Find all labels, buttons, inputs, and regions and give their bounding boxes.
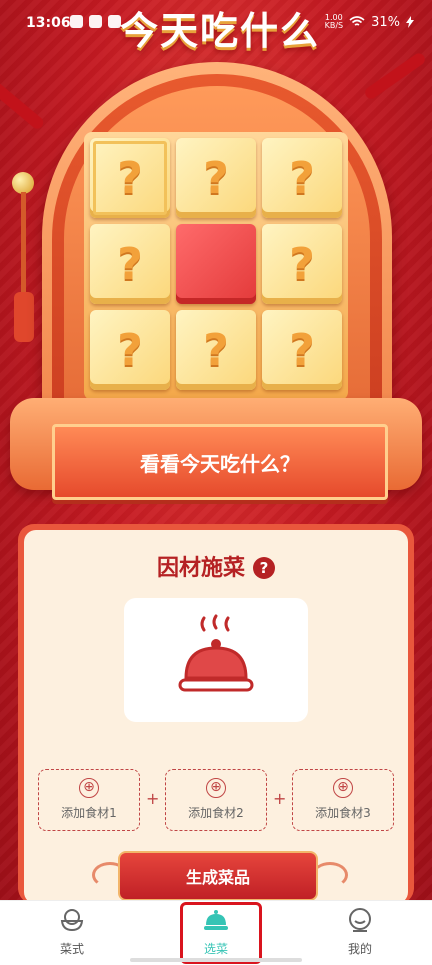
app-icon [89,15,102,28]
slot-cell[interactable]: ? [90,224,170,304]
cloche-icon [178,614,254,692]
slot-cell[interactable]: ? [262,224,342,304]
status-time: 13:06 [26,15,71,31]
plus-icon: ⊕ [79,778,99,798]
add-ingredient-3[interactable]: ⊕ 添加食材3 [292,769,394,831]
nav-item-dishes[interactable]: 菜式 [32,907,112,957]
slot-cell-center[interactable] [176,224,256,304]
generate-dish-button[interactable]: 生成菜品 [118,851,318,901]
profile-icon [349,908,371,932]
ingredient-slots: ⊕ 添加食材1 + ⊕ 添加食材2 + ⊕ 添加食材3 [38,769,394,831]
add-ingredient-2[interactable]: ⊕ 添加食材2 [165,769,267,831]
plus-separator: + [146,789,160,808]
slot-cell[interactable]: ? [262,138,342,218]
panel-title: 因材施菜? [0,550,432,582]
selection-highlight [180,902,262,964]
slot-cell[interactable]: ? [176,138,256,218]
plus-icon: ⊕ [206,778,226,798]
dish-preview [124,598,308,722]
help-icon[interactable]: ? [253,557,275,579]
slot-cell[interactable]: ? [90,138,170,218]
nav-item-profile[interactable]: 我的 [320,907,400,957]
home-indicator [130,958,302,962]
notification-icon [70,15,83,28]
slot-cell[interactable]: ? [176,310,256,390]
slot-lever[interactable] [12,172,34,342]
slot-cell[interactable]: ? [90,310,170,390]
charging-icon [406,16,414,28]
page-title: 今天吃什么 [119,9,320,53]
bowl-icon [60,909,84,932]
battery-level: 31% [371,14,400,30]
spin-button[interactable]: 看看今天吃什么？ [52,424,388,500]
add-ingredient-1[interactable]: ⊕ 添加食材1 [38,769,140,831]
wifi-icon [349,16,365,26]
plus-separator: + [273,789,287,808]
plus-icon: ⊕ [333,778,353,798]
slot-cell[interactable]: ? [262,310,342,390]
